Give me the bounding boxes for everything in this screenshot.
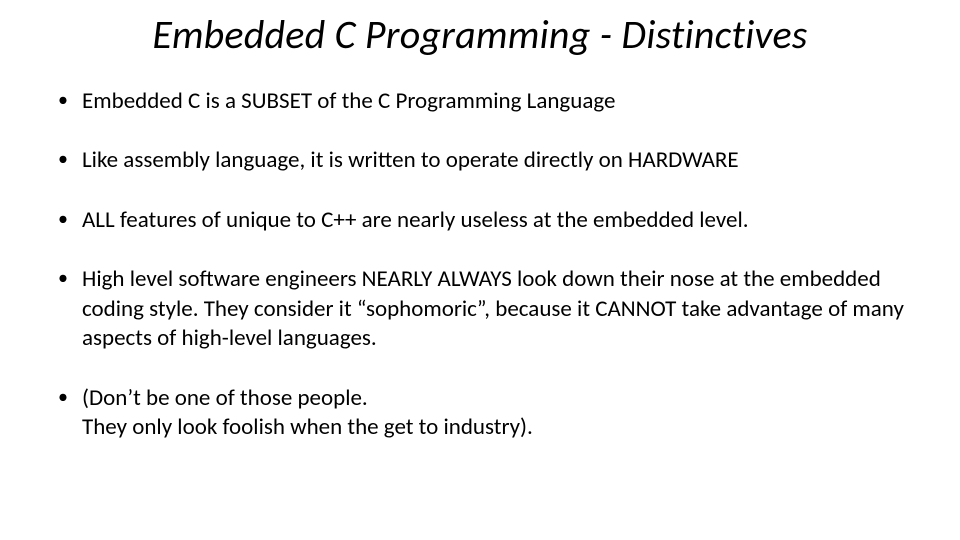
bullet-list: Embedded C is a SUBSET of the C Programm…: [56, 87, 912, 443]
list-item: (Don’t be one of those people.They only …: [56, 384, 912, 443]
slide: Embedded C Programming - Distinctives Em…: [0, 0, 960, 540]
list-item: High level software engineers NEARLY ALW…: [56, 265, 912, 353]
list-item: ALL features of unique to C++ are nearly…: [56, 206, 912, 235]
slide-title: Embedded C Programming - Distinctives: [48, 10, 912, 59]
list-item: Embedded C is a SUBSET of the C Programm…: [56, 87, 912, 116]
list-item: Like assembly language, it is written to…: [56, 146, 912, 175]
